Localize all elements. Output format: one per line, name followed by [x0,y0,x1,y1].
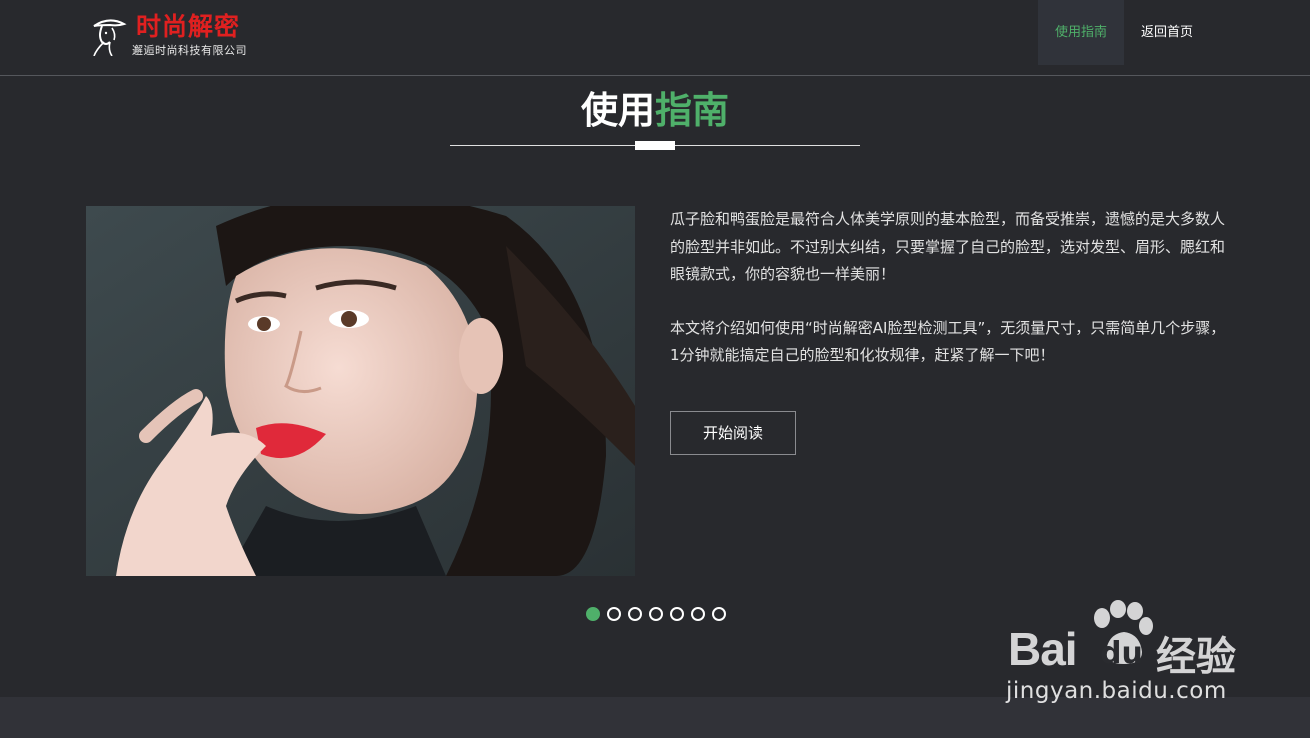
nav-item-guide[interactable]: 使用指南 [1038,0,1124,65]
carousel-pagination [586,607,726,621]
carousel-dot-6[interactable] [691,607,705,621]
slide-paragraph-1: 瓜子脸和鸭蛋脸是最符合人体美学原则的基本脸型，而备受推崇，遗憾的是大多数人的脸型… [670,210,1226,283]
slide-description: 瓜子脸和鸭蛋脸是最符合人体美学原则的基本脸型，而备受推崇，遗憾的是大多数人的脸型… [670,206,1230,370]
section-title-white: 使用 [581,89,655,132]
carousel-dot-1[interactable] [586,607,600,621]
carousel-dot-2[interactable] [607,607,621,621]
start-reading-button[interactable]: 开始阅读 [670,411,796,455]
watermark-du: du [1100,636,1143,671]
watermark-jingyan: 经验 [1156,634,1236,680]
baidu-jingyan-watermark: Bai du 经验 jingyan.baidu.com [1000,600,1250,710]
slide-photo [86,206,635,576]
carousel-dot-5[interactable] [670,607,684,621]
carousel-dot-3[interactable] [628,607,642,621]
slide-paragraph-2: 本文将介绍如何使用“时尚解密AI脸型检测工具”，无须量尺寸，只需简单几个步骤，1… [670,318,1226,365]
watermark-bai: Bai [1008,623,1078,675]
woman-with-hat-logo-icon [93,19,127,56]
nav-item-home[interactable]: 返回首页 [1124,0,1210,65]
title-divider-accent [635,141,675,150]
section-title: 使用指南 [0,88,1310,134]
carousel-dot-7[interactable] [712,607,726,621]
logo[interactable]: 时尚解密 邂逅时尚科技有限公司 [90,12,265,58]
carousel-dot-4[interactable] [649,607,663,621]
top-navbar: 时尚解密 邂逅时尚科技有限公司 使用指南 返回首页 [0,0,1310,76]
watermark-url: jingyan.baidu.com [1006,678,1227,704]
logo-brand-text: 时尚解密 [136,12,241,41]
woman-portrait-image [86,206,635,576]
section-title-green: 指南 [655,89,729,132]
logo-company-text: 邂逅时尚科技有限公司 [132,44,247,57]
